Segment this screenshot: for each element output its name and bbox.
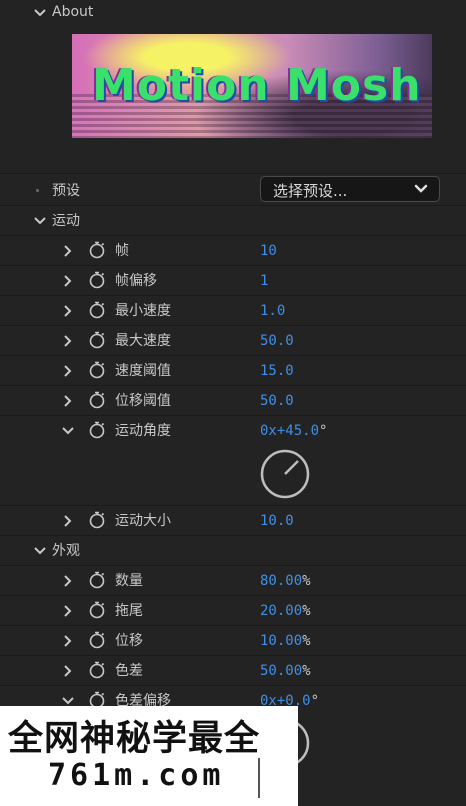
stopwatch-icon[interactable] — [88, 301, 106, 319]
motion-group-header[interactable]: 运动 — [0, 206, 466, 236]
param-row[interactable]: 最大速度 50.0 — [0, 326, 466, 356]
param-row[interactable]: 位移阈值 50.0 — [0, 386, 466, 416]
motion-angle-value[interactable]: 0x+45.0° — [260, 423, 327, 439]
param-label: 帧 — [115, 243, 129, 259]
logo-text: Motion Mosh — [92, 60, 422, 111]
param-value[interactable]: 10.00% — [260, 633, 311, 649]
chevron-right-icon[interactable] — [60, 273, 76, 289]
param-row[interactable]: 数量 80.00% — [0, 566, 466, 596]
param-value[interactable]: 50.0 — [260, 333, 294, 349]
stopwatch-icon[interactable] — [88, 631, 106, 649]
param-row[interactable]: 最小速度 1.0 — [0, 296, 466, 326]
chevron-down-icon[interactable] — [32, 5, 48, 21]
param-row[interactable]: 拖尾 20.00% — [0, 596, 466, 626]
param-label: 位移 — [115, 633, 143, 649]
stopwatch-icon[interactable] — [88, 421, 106, 439]
chevron-right-icon[interactable] — [60, 303, 76, 319]
param-value[interactable]: 10 — [260, 243, 277, 259]
chevron-right-icon[interactable] — [60, 573, 76, 589]
divider — [258, 758, 260, 798]
param-value[interactable]: 10.0 — [260, 513, 294, 529]
param-value[interactable]: 50.00% — [260, 663, 311, 679]
chevron-right-icon[interactable] — [60, 243, 76, 259]
chevron-down-icon — [413, 181, 429, 197]
param-row[interactable]: 帧 10 — [0, 236, 466, 266]
watermark-line1: 全网神秘学最全 — [8, 719, 261, 759]
stopwatch-icon[interactable] — [88, 511, 106, 529]
stopwatch-icon[interactable] — [88, 661, 106, 679]
chevron-right-icon[interactable] — [60, 393, 76, 409]
preset-label: 预设 — [52, 183, 80, 199]
motion-group-label: 运动 — [52, 213, 80, 229]
param-label: 最大速度 — [115, 333, 171, 349]
chevron-right-icon[interactable] — [60, 513, 76, 529]
param-row[interactable]: 色差 50.00% — [0, 656, 466, 686]
preset-dropdown[interactable]: 选择预设... — [260, 176, 440, 202]
param-value[interactable]: 1.0 — [260, 303, 285, 319]
param-row[interactable]: 位移 10.00% — [0, 626, 466, 656]
chevron-down-icon[interactable] — [60, 423, 76, 439]
appearance-group-label: 外观 — [52, 543, 80, 559]
chevron-down-icon[interactable] — [32, 543, 48, 559]
param-value[interactable]: 20.00% — [260, 603, 311, 619]
param-label: 速度阈值 — [115, 363, 171, 379]
stopwatch-icon[interactable] — [88, 331, 106, 349]
stopwatch-icon[interactable] — [88, 391, 106, 409]
param-value[interactable]: 50.0 — [260, 393, 294, 409]
param-label: 数量 — [115, 573, 143, 589]
bullet-icon — [36, 189, 39, 192]
stopwatch-icon[interactable] — [88, 241, 106, 259]
motion-mosh-logo: Motion Mosh — [72, 34, 432, 138]
watermark: 全网神秘学最全 761m.com — [0, 706, 298, 806]
about-header[interactable]: About — [0, 0, 466, 26]
chevron-right-icon[interactable] — [60, 663, 76, 679]
motion-angle-row[interactable]: 运动角度 0x+45.0° — [0, 416, 466, 506]
chevron-right-icon[interactable] — [60, 633, 76, 649]
param-label: 拖尾 — [115, 603, 143, 619]
angle-dial[interactable] — [260, 449, 310, 499]
param-row[interactable]: 运动大小 10.0 — [0, 506, 466, 536]
param-label: 色差 — [115, 663, 143, 679]
param-label: 最小速度 — [115, 303, 171, 319]
appearance-group-header[interactable]: 外观 — [0, 536, 466, 566]
chevron-right-icon[interactable] — [60, 363, 76, 379]
param-value[interactable]: 1 — [260, 273, 268, 289]
param-value[interactable]: 15.0 — [260, 363, 294, 379]
watermark-line2: 761m.com — [48, 758, 225, 793]
param-row[interactable]: 帧偏移 1 — [0, 266, 466, 296]
stopwatch-icon[interactable] — [88, 601, 106, 619]
param-row[interactable]: 速度阈值 15.0 — [0, 356, 466, 386]
chevron-down-icon[interactable] — [32, 213, 48, 229]
about-label: About — [52, 4, 94, 20]
chevron-right-icon[interactable] — [60, 333, 76, 349]
chevron-right-icon[interactable] — [60, 603, 76, 619]
stopwatch-icon[interactable] — [88, 571, 106, 589]
param-value[interactable]: 80.00% — [260, 573, 311, 589]
param-label: 运动大小 — [115, 513, 171, 529]
preset-dropdown-value: 选择预设... — [273, 182, 348, 200]
param-label: 帧偏移 — [115, 273, 157, 289]
motion-angle-label: 运动角度 — [115, 423, 171, 439]
param-label: 位移阈值 — [115, 393, 171, 409]
stopwatch-icon[interactable] — [88, 271, 106, 289]
stopwatch-icon[interactable] — [88, 361, 106, 379]
